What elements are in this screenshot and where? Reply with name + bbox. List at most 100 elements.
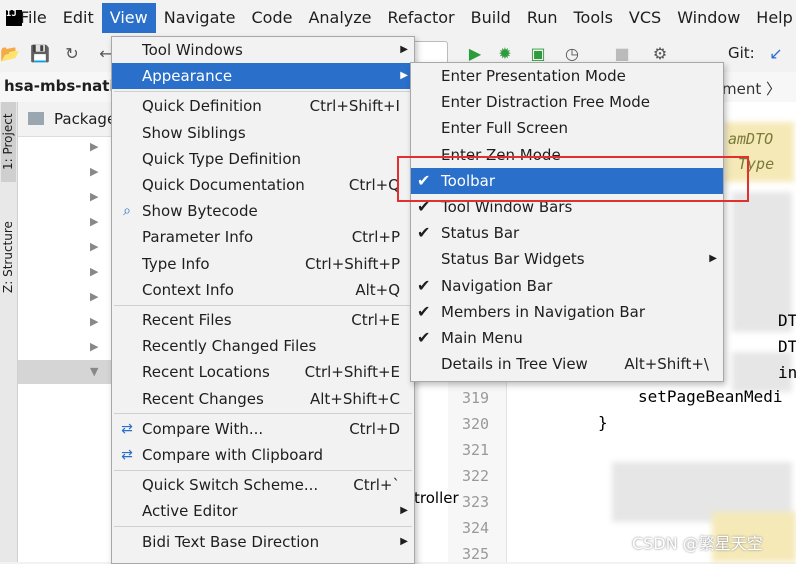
checkmark-icon: ✔ bbox=[417, 275, 431, 295]
view-menu-item-bidi-text-base-direction[interactable]: Bidi Text Base Direction ▶ bbox=[112, 529, 414, 555]
menu-item-label: Recent Locations bbox=[142, 363, 270, 382]
menu-build[interactable]: Build bbox=[463, 3, 519, 33]
menu-item-label: Show Bytecode bbox=[142, 202, 258, 221]
view-menu-item-parameter-info[interactable]: Parameter Info Ctrl+P bbox=[112, 224, 414, 250]
menu-code[interactable]: Code bbox=[244, 3, 301, 33]
nav-project-name[interactable]: hsa-mbs-natio bbox=[4, 77, 125, 95]
tab-structure[interactable]: Z: Structure bbox=[1, 214, 16, 300]
tree-expand-icon[interactable]: ▶ bbox=[90, 290, 98, 303]
menu-item-label: Status Bar bbox=[441, 224, 520, 243]
tree-expand-icon[interactable]: ▶ bbox=[90, 165, 98, 178]
save-icon[interactable]: 💾 bbox=[30, 44, 50, 64]
tree-expand-icon[interactable]: ▶ bbox=[90, 340, 98, 353]
menu-view[interactable]: View bbox=[101, 3, 156, 33]
view-menu-item-recently-changed-files[interactable]: Recently Changed Files bbox=[112, 333, 414, 359]
appearance-item-status-bar-widgets[interactable]: Status Bar Widgets ▶ bbox=[411, 246, 723, 272]
debug-icon[interactable]: ✹ bbox=[495, 44, 515, 64]
stop-icon[interactable]: ■ bbox=[612, 44, 632, 64]
code-fragment: DT bbox=[778, 337, 796, 356]
view-menu-item-tool-windows[interactable]: Tool Windows ▶ bbox=[112, 37, 414, 63]
menu-refactor[interactable]: Refactor bbox=[380, 3, 463, 33]
git-update-icon[interactable]: ↙ bbox=[766, 44, 786, 64]
tree-expand-icon[interactable]: ▶ bbox=[90, 265, 98, 278]
coverage-icon[interactable]: ▣ bbox=[528, 44, 548, 64]
view-menu-item-recent-files[interactable]: Recent Files Ctrl+E bbox=[112, 307, 414, 333]
menu-item-label: Enter Presentation Mode bbox=[441, 67, 626, 85]
menu-item-shortcut: Ctrl+Shift+P bbox=[305, 254, 400, 273]
code-fragment: in bbox=[778, 363, 796, 382]
menu-separator bbox=[114, 90, 412, 92]
menu-help[interactable]: Help bbox=[748, 3, 796, 33]
git-label: Git: bbox=[728, 44, 755, 62]
appearance-item-status-bar[interactable]: ✔ Status Bar bbox=[411, 220, 723, 246]
tab-project[interactable]: 1: Project bbox=[1, 102, 16, 182]
menu-run[interactable]: Run bbox=[519, 3, 566, 33]
sync-icon[interactable]: ↻ bbox=[62, 44, 82, 64]
appearance-item-enter-presentation-mode[interactable]: Enter Presentation Mode bbox=[411, 63, 723, 89]
bytecode-search-icon: ⌕ bbox=[123, 203, 131, 220]
code-line: setPageBeanMedi bbox=[638, 387, 783, 406]
appearance-item-navigation-bar[interactable]: ✔ Navigation Bar bbox=[411, 273, 723, 299]
submenu-arrow-icon: ▶ bbox=[400, 44, 408, 55]
menu-edit[interactable]: Edit bbox=[55, 3, 102, 33]
menu-analyze[interactable]: Analyze bbox=[300, 3, 379, 33]
menu-item-shortcut: Ctrl+E bbox=[351, 311, 400, 329]
build-icon[interactable]: ⚙ bbox=[650, 44, 670, 64]
tree-expand-icon[interactable]: ▶ bbox=[90, 240, 98, 253]
tree-collapse-icon[interactable]: ▼ bbox=[90, 365, 98, 378]
view-menu-item-type-info[interactable]: Type Info Ctrl+Shift+P bbox=[112, 251, 414, 277]
menu-navigate[interactable]: Navigate bbox=[156, 3, 244, 33]
submenu-arrow-icon: ▶ bbox=[709, 253, 717, 265]
appearance-item-enter-full-screen[interactable]: Enter Full Screen bbox=[411, 115, 723, 141]
view-menu-item-compare-with[interactable]: ⇄ Compare With... Ctrl+D bbox=[112, 416, 414, 442]
menu-item-shortcut: Ctrl+Shift+I bbox=[309, 97, 400, 116]
code-line: } bbox=[598, 413, 608, 432]
menu-vcs[interactable]: VCS bbox=[621, 3, 669, 33]
menu-bar: IJ _ File Edit View Navigate Code Analyze Refac… bbox=[0, 0, 796, 36]
appearance-item-details-in-tree-view[interactable]: Details in Tree View Alt+Shift+\ bbox=[411, 351, 723, 377]
project-panel-header: Package bbox=[18, 102, 116, 137]
open-folder-icon[interactable]: 📂 bbox=[0, 44, 20, 64]
view-menu-item-quick-type-definition[interactable]: Quick Type Definition bbox=[112, 146, 414, 172]
view-menu-item-quick-switch-scheme[interactable]: Quick Switch Scheme... Ctrl+` bbox=[112, 472, 414, 498]
menu-item-label: Recently Changed Files bbox=[142, 337, 317, 356]
view-menu-item-context-info[interactable]: Context Info Alt+Q bbox=[112, 277, 414, 303]
tree-expand-icon[interactable]: ▶ bbox=[90, 315, 98, 328]
view-menu-item-active-editor[interactable]: Active Editor ▶ bbox=[112, 498, 414, 524]
tree-expand-icon[interactable]: ▶ bbox=[90, 215, 98, 228]
package-view-label[interactable]: Package bbox=[54, 110, 116, 128]
menu-item-label: Quick Documentation bbox=[142, 176, 305, 194]
view-menu-item-appearance[interactable]: Appearance ▶ bbox=[112, 63, 414, 90]
view-menu-item-recent-locations[interactable]: Recent Locations Ctrl+Shift+E bbox=[112, 359, 414, 385]
line-number: 324 bbox=[462, 519, 490, 537]
appearance-item-members-in-navigation-bar[interactable]: ✔ Members in Navigation Bar bbox=[411, 299, 723, 325]
menu-item-label: Quick Definition bbox=[142, 97, 262, 116]
appearance-submenu: Enter Presentation Mode Enter Distraction… bbox=[410, 62, 724, 382]
line-number: 319 bbox=[462, 389, 490, 407]
folder-icon bbox=[28, 112, 44, 125]
code-fragment: troller bbox=[414, 489, 459, 507]
tree-expand-icon[interactable]: ▶ bbox=[90, 140, 98, 153]
view-menu-item-show-bytecode[interactable]: ⌕ Show Bytecode bbox=[112, 198, 414, 224]
profile-icon[interactable]: ◷ bbox=[562, 44, 582, 64]
menu-tools[interactable]: Tools bbox=[566, 3, 621, 33]
watermark: CSDN @繁星天空 bbox=[632, 534, 763, 553]
appearance-item-enter-distraction-free-mode[interactable]: Enter Distraction Free Mode bbox=[411, 89, 723, 115]
compare-clipboard-icon: ⇄ bbox=[121, 447, 133, 463]
view-menu-item-compare-with-clipboard[interactable]: ⇄ Compare with Clipboard bbox=[112, 442, 414, 468]
menu-window[interactable]: Window bbox=[669, 3, 748, 33]
menu-item-label: Quick Switch Scheme... bbox=[142, 476, 319, 495]
run-icon[interactable]: ▶ bbox=[465, 44, 485, 64]
view-menu-item-show-siblings[interactable]: Show Siblings bbox=[112, 120, 414, 146]
menu-item-label: Compare with Clipboard bbox=[142, 446, 324, 464]
view-menu-item-quick-documentation[interactable]: Quick Documentation Ctrl+Q bbox=[112, 172, 414, 198]
tree-expand-icon[interactable]: ▶ bbox=[90, 190, 98, 203]
menu-item-label: Show Siblings bbox=[142, 123, 246, 142]
view-menu-item-quick-definition[interactable]: Quick Definition Ctrl+Shift+I bbox=[112, 93, 414, 119]
view-menu-item-recent-changes[interactable]: Recent Changes Alt+Shift+C bbox=[112, 386, 414, 412]
menu-separator bbox=[114, 526, 412, 528]
menu-item-shortcut: Ctrl+P bbox=[351, 228, 400, 247]
menu-item-label: Tool Windows bbox=[142, 41, 243, 59]
appearance-item-main-menu[interactable]: ✔ Main Menu bbox=[411, 325, 723, 351]
menu-item-label: Type Info bbox=[142, 254, 210, 273]
